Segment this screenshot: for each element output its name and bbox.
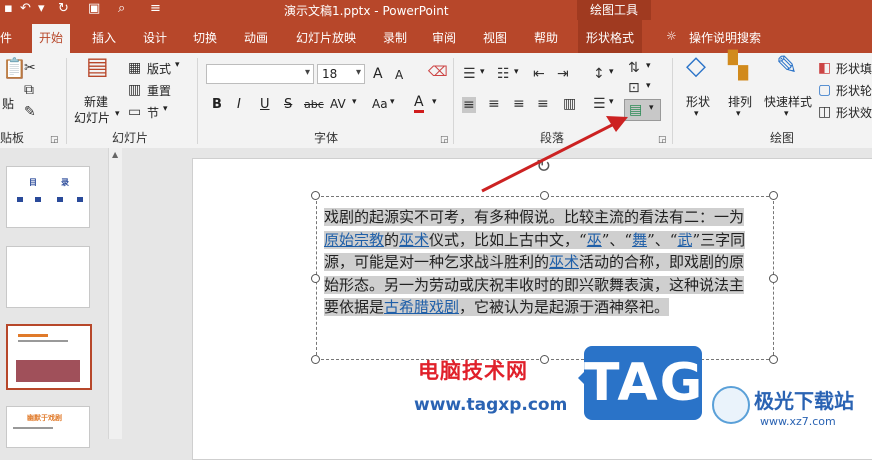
jiguang-logo-icon — [712, 386, 750, 424]
watermark-site-name: 电脑技术网 — [418, 359, 528, 383]
arrow-head — [606, 116, 628, 132]
jiguang-site-name: 极光下载站 — [754, 389, 854, 413]
tag-logo: TAG — [584, 346, 702, 420]
arrow-shaft — [481, 121, 617, 193]
jiguang-url: www.xz7.com — [760, 415, 836, 428]
watermark-url: www.tagxp.com — [414, 395, 568, 415]
